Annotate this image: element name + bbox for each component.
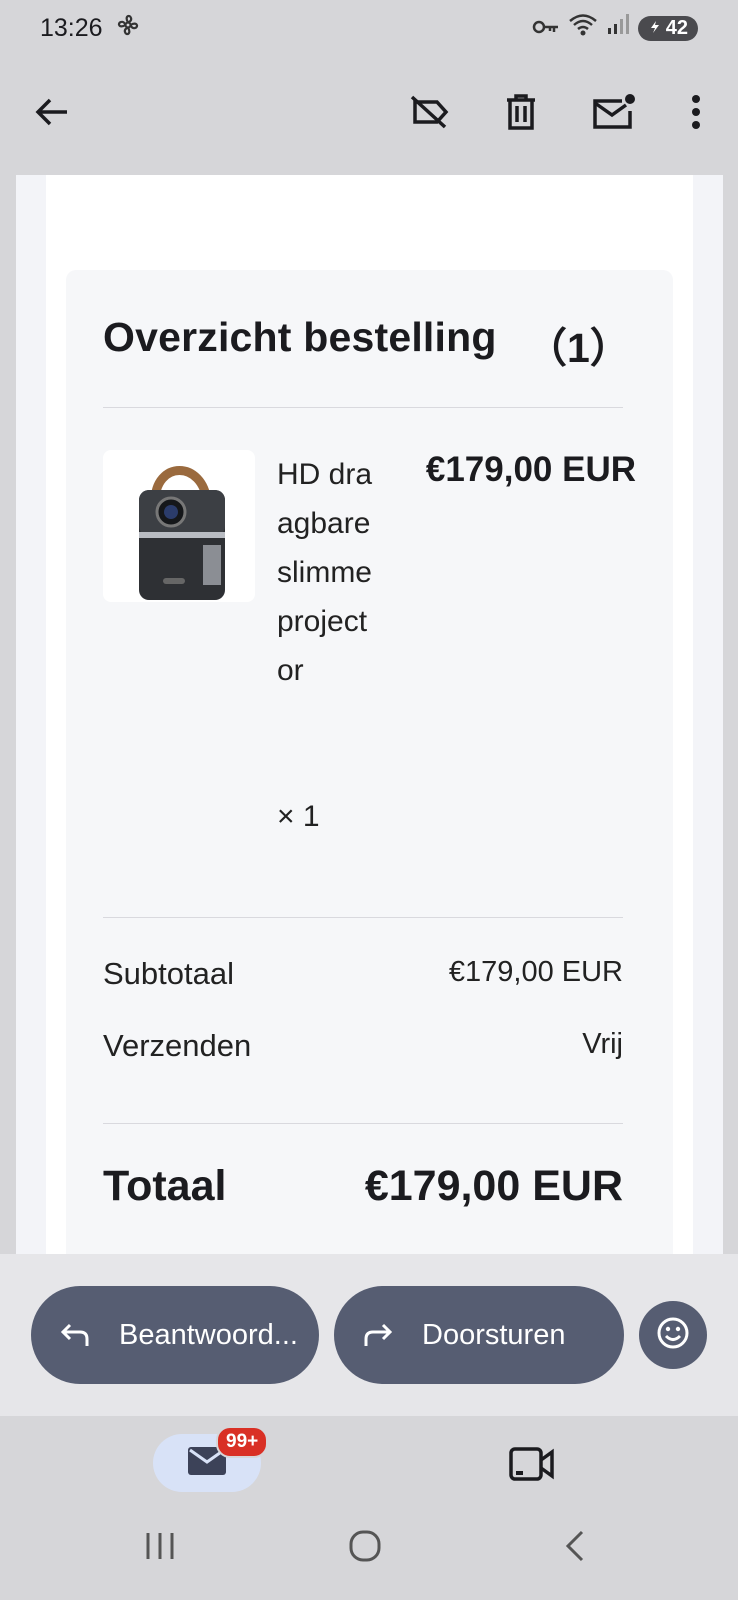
status-time: 13:26 xyxy=(40,13,103,42)
emoji-reaction-button[interactable] xyxy=(639,1301,707,1369)
label-off-icon[interactable] xyxy=(403,86,455,138)
divider xyxy=(103,407,623,408)
forward-icon xyxy=(356,1313,400,1357)
product-name: HD draagbare slimme projector xyxy=(277,458,373,687)
email-body: Overzicht bestelling （1） HD draagbare sl… xyxy=(16,175,723,1254)
bottom-navigation: 99+ xyxy=(0,1416,738,1600)
forward-label: Doorsturen xyxy=(422,1318,566,1351)
shipping-value: Vrij xyxy=(582,1028,623,1060)
tab-meet[interactable] xyxy=(508,1444,556,1484)
subtotal-label: Subtotaal xyxy=(103,956,234,991)
subtotal-row: Subtotaal €179,00 EUR xyxy=(103,956,623,992)
battery-level: 42 xyxy=(665,16,688,39)
order-count: （1） xyxy=(526,325,631,371)
order-title: Overzicht bestelling xyxy=(103,314,497,360)
battery-icon xyxy=(648,17,662,40)
subtotal-value: €179,00 EUR xyxy=(448,956,623,988)
status-bar: 13:26 42 xyxy=(0,0,738,56)
video-icon xyxy=(508,1447,556,1488)
reply-label: Beantwoord... xyxy=(119,1318,298,1351)
shipping-row: Verzenden Vrij xyxy=(103,1028,623,1064)
reply-icon xyxy=(53,1313,97,1357)
arrow-left-icon[interactable] xyxy=(26,86,78,138)
total-value: €179,00 EUR xyxy=(364,1162,623,1210)
product-quantity: × 1 xyxy=(277,800,320,833)
wifi-icon xyxy=(568,13,598,44)
forward-button[interactable]: Doorsturen xyxy=(334,1286,624,1384)
shipping-label: Verzenden xyxy=(103,1028,252,1063)
product-price: €179,00 EUR xyxy=(425,450,636,489)
battery-indicator: 42 xyxy=(637,15,698,41)
emoji-icon xyxy=(656,1316,690,1355)
trash-icon[interactable] xyxy=(495,86,547,138)
product-image[interactable] xyxy=(103,450,255,602)
reply-action-bar: Beantwoord... Doorsturen xyxy=(0,1254,738,1416)
more-vert-icon[interactable] xyxy=(670,86,722,138)
total-row: Totaal €179,00 EUR xyxy=(103,1162,623,1211)
order-summary-card: Overzicht bestelling （1） HD draagbare sl… xyxy=(66,270,673,1254)
recent-apps-button[interactable] xyxy=(140,1526,180,1566)
fan-icon xyxy=(115,12,141,45)
mail-badge: 99+ xyxy=(216,1426,269,1458)
divider xyxy=(103,1123,623,1124)
mail-unread-icon[interactable] xyxy=(588,86,640,138)
system-back-button[interactable] xyxy=(555,1526,595,1566)
vpn-key-icon xyxy=(532,14,560,43)
home-button[interactable] xyxy=(345,1526,385,1566)
signal-icon xyxy=(606,13,630,43)
total-label: Totaal xyxy=(103,1162,227,1210)
divider xyxy=(103,917,623,918)
reply-button[interactable]: Beantwoord... xyxy=(31,1286,319,1384)
top-toolbar xyxy=(0,72,738,152)
